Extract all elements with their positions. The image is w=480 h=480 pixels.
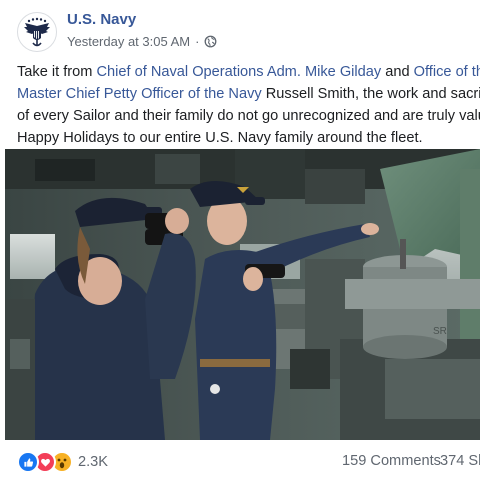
- page-avatar[interactable]: [17, 12, 57, 52]
- post-text-line-2: Master Chief Petty Officer of the Navy R…: [17, 83, 480, 105]
- text-prefix: Take it from: [17, 64, 97, 80]
- post-text: Take it from Chief of Naval Operations A…: [17, 61, 480, 149]
- globe-icon[interactable]: [204, 35, 217, 48]
- reactions-summary[interactable]: 2.3K: [17, 451, 108, 473]
- post-text-line-4: Happy Holidays to our entire U.S. Navy f…: [17, 130, 423, 146]
- post-text-line-1: Take it from Chief of Naval Operations A…: [17, 61, 480, 83]
- post-header: U.S. Navy Yesterday at 3:05 AM ·: [17, 8, 480, 56]
- like-icon: [17, 451, 39, 473]
- text-russell-smith: Russell Smith, the work and sacrif: [261, 86, 480, 102]
- shares-count-link[interactable]: 374 Sh: [440, 453, 480, 469]
- link-cno-mike-gilday[interactable]: Chief of Naval Operations Adm. Mike Gild…: [96, 64, 381, 80]
- post-meta: Yesterday at 3:05 AM ·: [67, 34, 217, 49]
- navy-eagle-emblem-icon: [19, 14, 55, 50]
- comments-count-link[interactable]: 159 Comments: [342, 453, 441, 469]
- reaction-count: 2.3K: [78, 454, 109, 470]
- svg-text:SR: SR: [433, 326, 447, 337]
- post-timestamp[interactable]: Yesterday at 3:05 AM: [67, 34, 190, 49]
- text-and: and: [381, 64, 414, 80]
- link-mcpon[interactable]: Master Chief Petty Officer of the Navy: [17, 86, 262, 102]
- page-name-link[interactable]: U.S. Navy: [67, 11, 136, 28]
- post-text-line-3: of every Sailor and their family do not …: [17, 108, 480, 124]
- meta-separator: ·: [195, 34, 200, 49]
- link-office-of-the-mcpon[interactable]: Office of the: [414, 64, 480, 80]
- post-footer: 2.3K 159 Comments 374 Sh: [0, 443, 480, 480]
- photo-sailors-on-bridge: SR: [5, 149, 480, 440]
- post-photo[interactable]: SR: [5, 149, 480, 440]
